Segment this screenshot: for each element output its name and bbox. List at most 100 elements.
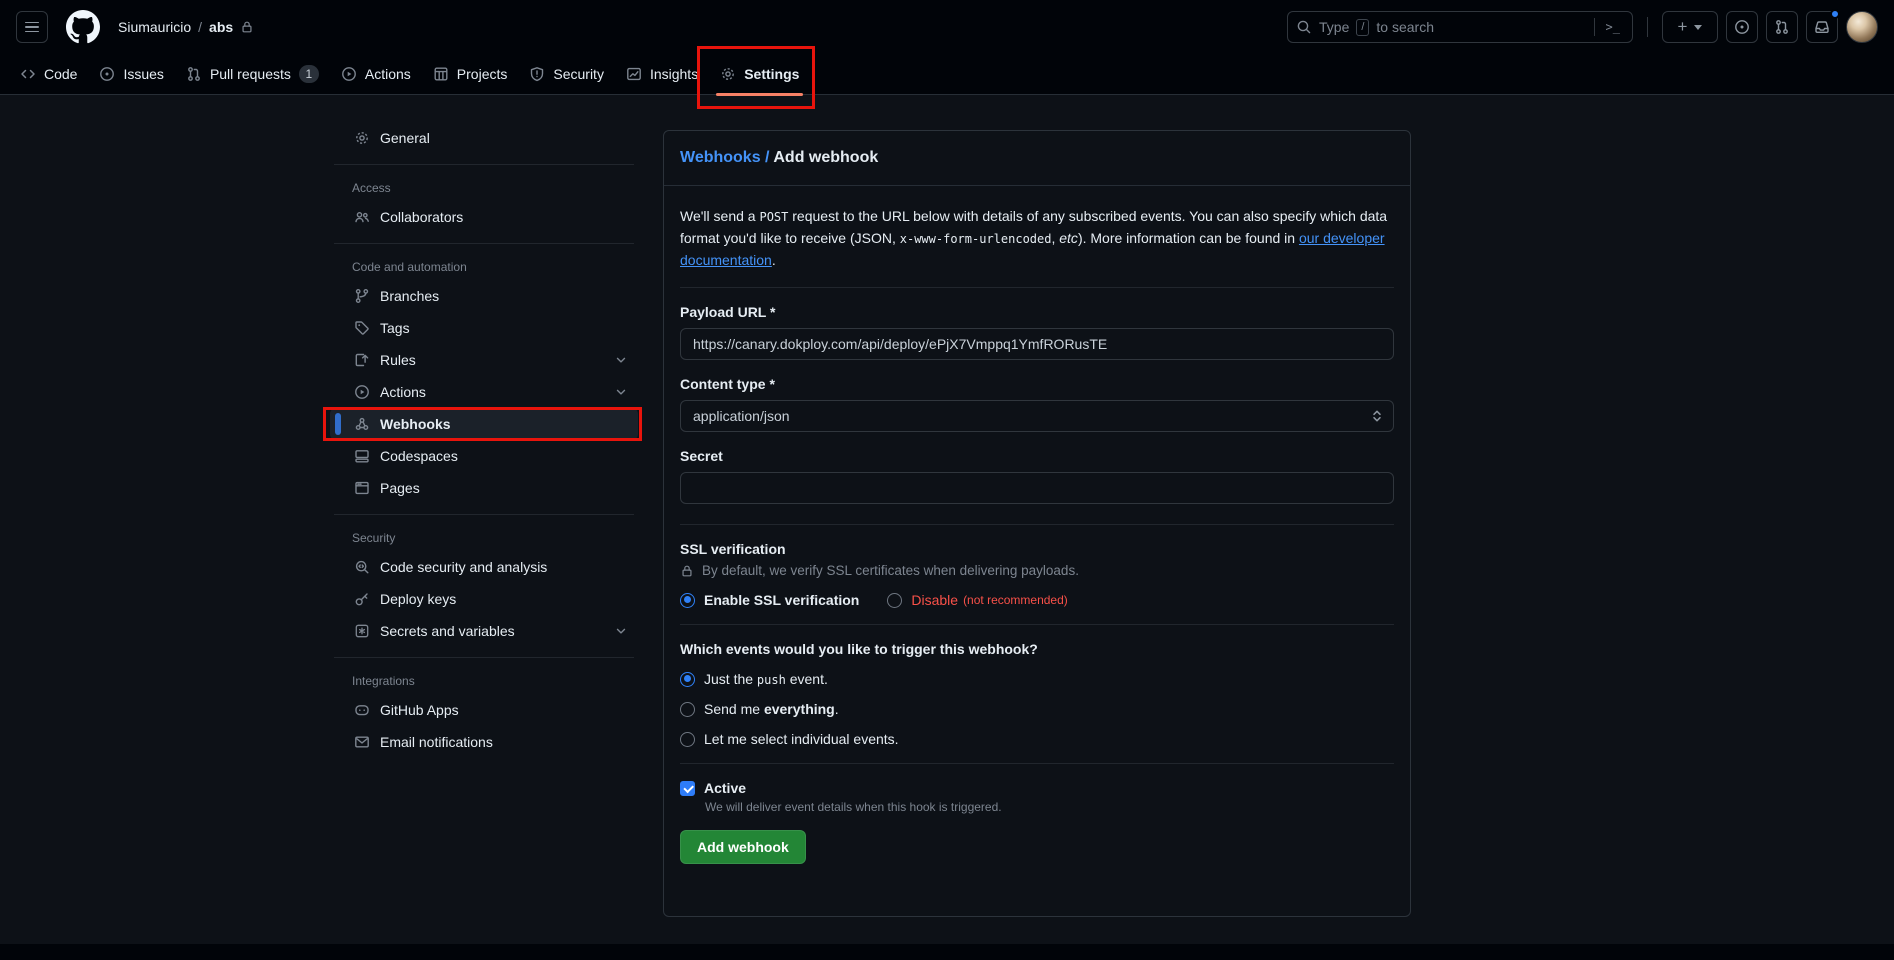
user-avatar[interactable] bbox=[1846, 11, 1878, 43]
tab-label: Settings bbox=[744, 66, 799, 82]
unread-notification-dot bbox=[1830, 9, 1840, 19]
gear-icon bbox=[354, 130, 370, 146]
ssl-disable-option[interactable]: Disable (not recommended) bbox=[887, 592, 1067, 608]
sidebar-section-access: Access bbox=[330, 175, 638, 201]
payload-url-label: Payload URL * bbox=[680, 304, 1394, 320]
breadcrumb-repo-link[interactable]: abs bbox=[209, 19, 233, 35]
sidebar-item-label: General bbox=[380, 130, 430, 146]
urlencoded-code: x-www-form-urlencoded bbox=[900, 232, 1052, 246]
sidebar-item-label: Collaborators bbox=[380, 209, 463, 225]
tab-issues[interactable]: Issues bbox=[91, 59, 171, 89]
event-option-push[interactable]: Just the push event. bbox=[680, 671, 1394, 687]
sidebar-item-label: Branches bbox=[380, 288, 439, 304]
header-divider bbox=[1647, 17, 1648, 37]
ssl-verification-heading: SSL verification bbox=[680, 541, 1394, 557]
global-search-input[interactable]: Type / to search >_ bbox=[1287, 11, 1633, 43]
ssl-enable-option[interactable]: Enable SSL verification bbox=[680, 592, 859, 608]
chevron-down-icon bbox=[614, 385, 628, 399]
active-checkbox[interactable] bbox=[680, 781, 695, 796]
radio-disable-ssl[interactable] bbox=[887, 593, 902, 608]
panel-title: Add webhook bbox=[773, 149, 878, 166]
active-label: Active bbox=[704, 780, 746, 796]
webhooks-breadcrumb-link[interactable]: Webhooks / bbox=[680, 149, 770, 166]
sidebar-item-actions[interactable]: Actions bbox=[330, 376, 638, 408]
radio-individual-events[interactable] bbox=[680, 732, 695, 747]
sidebar-item-label: Rules bbox=[380, 352, 416, 368]
pull-requests-count-badge: 1 bbox=[299, 65, 319, 83]
code-icon bbox=[20, 66, 36, 82]
tab-label: Issues bbox=[123, 66, 163, 82]
radio-everything[interactable] bbox=[680, 702, 695, 717]
sidebar-item-general[interactable]: General bbox=[330, 122, 638, 154]
content-type-select[interactable]: application/json bbox=[680, 400, 1394, 432]
push-code: push bbox=[757, 673, 786, 687]
panel-header: Webhooks / Add webhook bbox=[664, 131, 1410, 186]
tab-actions[interactable]: Actions bbox=[333, 59, 419, 89]
sidebar-item-pages[interactable]: Pages bbox=[330, 472, 638, 504]
sidebar-item-codespaces[interactable]: Codespaces bbox=[330, 440, 638, 472]
tab-security[interactable]: Security bbox=[521, 59, 612, 89]
sidebar-section-code-automation: Code and automation bbox=[330, 254, 638, 280]
secret-input[interactable] bbox=[680, 472, 1394, 504]
panel-divider bbox=[680, 524, 1394, 525]
sidebar-item-label: Code security and analysis bbox=[380, 559, 547, 575]
panel-divider bbox=[680, 287, 1394, 288]
command-palette-button[interactable]: >_ bbox=[1602, 20, 1624, 34]
sidebar-item-label: Codespaces bbox=[380, 448, 458, 464]
ssl-note-text: By default, we verify SSL certificates w… bbox=[702, 563, 1079, 578]
issues-dashboard-button[interactable] bbox=[1726, 11, 1758, 43]
secret-label: Secret bbox=[680, 448, 1394, 464]
disable-ssl-label: Disable bbox=[911, 592, 958, 608]
github-logo-icon[interactable] bbox=[66, 10, 100, 44]
sidebar-item-deploy-keys[interactable]: Deploy keys bbox=[330, 583, 638, 615]
tab-code[interactable]: Code bbox=[12, 59, 85, 89]
secret-field: Secret bbox=[680, 448, 1394, 504]
tab-settings[interactable]: Settings bbox=[712, 59, 807, 89]
payload-url-input[interactable] bbox=[680, 328, 1394, 360]
search-divider bbox=[1594, 18, 1595, 36]
tab-pull-requests[interactable]: Pull requests 1 bbox=[178, 59, 327, 89]
code-scan-icon bbox=[354, 559, 370, 575]
pull-requests-dashboard-button[interactable] bbox=[1766, 11, 1798, 43]
sidebar-item-code-security[interactable]: Code security and analysis bbox=[330, 551, 638, 583]
active-helper-text: We will deliver event details when this … bbox=[705, 800, 1394, 814]
panel-divider bbox=[680, 763, 1394, 764]
ssl-note-row: By default, we verify SSL certificates w… bbox=[680, 563, 1394, 578]
active-checkbox-row[interactable]: Active bbox=[680, 780, 1394, 796]
sidebar-item-branches[interactable]: Branches bbox=[330, 280, 638, 312]
add-webhook-panel: Webhooks / Add webhook We'll send a POST… bbox=[663, 130, 1411, 917]
sidebar-item-tags[interactable]: Tags bbox=[330, 312, 638, 344]
graph-icon bbox=[626, 66, 642, 82]
sidebar-item-rules[interactable]: Rules bbox=[330, 344, 638, 376]
sidebar-item-webhooks[interactable]: Webhooks bbox=[330, 408, 638, 440]
event-option-push-label: Just the push event. bbox=[704, 671, 828, 687]
tab-insights[interactable]: Insights bbox=[618, 59, 706, 89]
people-icon bbox=[354, 209, 370, 225]
slash-key-hint: / bbox=[1356, 19, 1369, 36]
notifications-inbox-button[interactable] bbox=[1806, 11, 1838, 43]
sidebar-divider bbox=[334, 243, 634, 244]
hamburger-menu-button[interactable] bbox=[16, 11, 48, 43]
hamburger-icon bbox=[25, 22, 39, 33]
payload-url-field: Payload URL * bbox=[680, 304, 1394, 360]
sidebar-divider bbox=[334, 514, 634, 515]
add-webhook-button[interactable]: Add webhook bbox=[680, 830, 806, 864]
post-code: POST bbox=[759, 210, 788, 224]
tab-label: Projects bbox=[457, 66, 508, 82]
sidebar-item-secrets-variables[interactable]: Secrets and variables bbox=[330, 615, 638, 647]
sidebar-item-github-apps[interactable]: GitHub Apps bbox=[330, 694, 638, 726]
event-option-individual[interactable]: Let me select individual events. bbox=[680, 731, 1394, 747]
create-new-button[interactable]: + bbox=[1662, 11, 1718, 43]
breadcrumb-owner-link[interactable]: Siumauricio bbox=[118, 19, 191, 35]
tab-label: Security bbox=[553, 66, 604, 82]
play-circle-icon bbox=[341, 66, 357, 82]
sidebar-item-collaborators[interactable]: Collaborators bbox=[330, 201, 638, 233]
radio-just-push[interactable] bbox=[680, 672, 695, 687]
event-option-everything[interactable]: Send me everything. bbox=[680, 701, 1394, 717]
sidebar-item-email-notifications[interactable]: Email notifications bbox=[330, 726, 638, 758]
mail-icon bbox=[354, 734, 370, 750]
sidebar-item-label: Secrets and variables bbox=[380, 623, 515, 639]
event-option-everything-label: Send me everything. bbox=[704, 701, 839, 717]
radio-enable-ssl[interactable] bbox=[680, 593, 695, 608]
tab-projects[interactable]: Projects bbox=[425, 59, 516, 89]
